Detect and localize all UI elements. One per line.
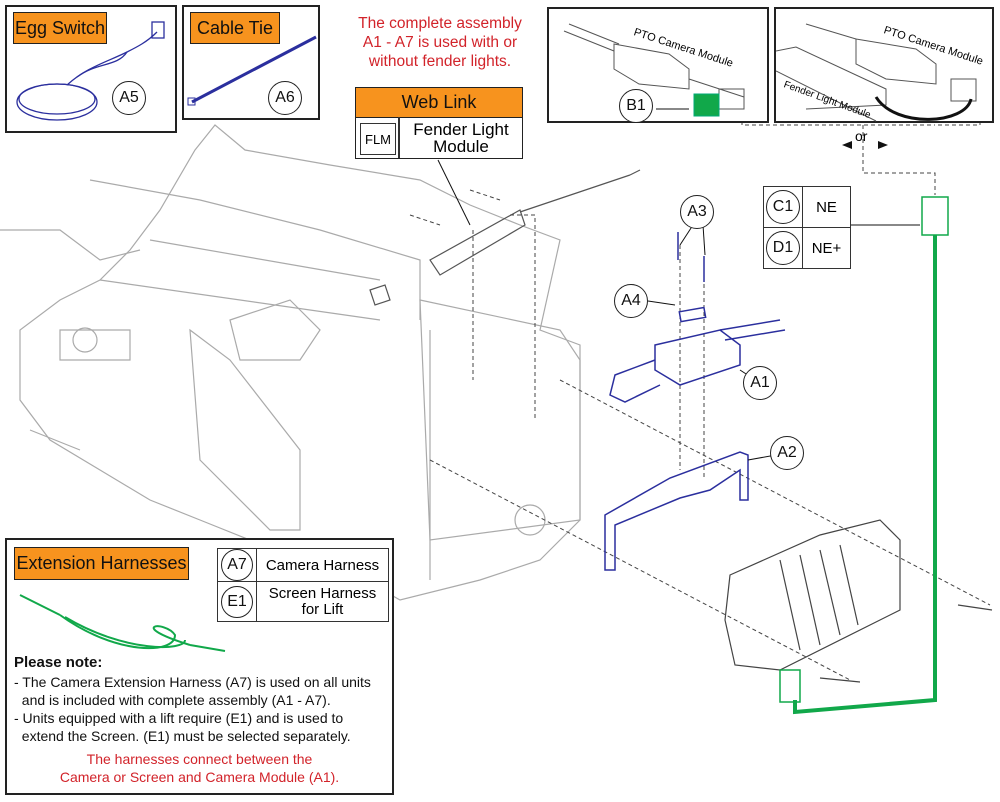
note-line: - Units equipped with a lift require (E1… xyxy=(14,710,344,726)
callout-a5: A5 xyxy=(112,81,146,115)
camera-housing xyxy=(724,519,993,683)
web-link-box[interactable]: Web Link FLM Fender Light Module xyxy=(355,87,523,159)
callout-b1: B1 xyxy=(619,89,653,123)
flm-code: FLM xyxy=(360,123,396,155)
red-note-line: Camera or Screen and Camera Module (A1). xyxy=(59,769,340,785)
harness-connection-note: The harnesses connect between the Camera… xyxy=(7,750,392,786)
arrow-left-icon xyxy=(842,141,852,149)
red-note-line: The harnesses connect between the xyxy=(86,751,313,767)
arrow-right-icon xyxy=(878,141,888,149)
callout-d1: D1 xyxy=(766,231,800,265)
assembly-note-line: A1 - A7 is used with or xyxy=(362,34,518,51)
egg-switch-inset: Egg Switch A5 xyxy=(5,5,177,133)
ne-row: C1 NE xyxy=(763,186,851,228)
callout-c1: C1 xyxy=(766,190,800,224)
ne-label: NE+ xyxy=(802,227,851,269)
note-line: - The Camera Extension Harness (A7) is u… xyxy=(14,674,371,690)
note-list: - The Camera Extension Harness (A7) is u… xyxy=(14,673,371,745)
extension-harnesses-inset: Extension Harnesses A7 Camera Harness E1… xyxy=(5,538,394,795)
web-link-title: Web Link xyxy=(355,87,523,118)
extension-harness-icon xyxy=(19,594,226,652)
callout-a6: A6 xyxy=(268,81,302,115)
callout-a4: A4 xyxy=(614,284,648,318)
egg-switch-icon xyxy=(16,21,165,121)
link-line: Fender Light xyxy=(413,120,509,139)
ne-row: D1 NE+ xyxy=(763,227,851,269)
pto-camera-inset: PTO Camera Module B1 xyxy=(547,7,769,123)
parts-diagram: Egg Switch A5 Cable Tie A6 The complete … xyxy=(0,0,1000,802)
fender-light-module-link[interactable]: Fender Light Module xyxy=(400,121,522,155)
harness-label: Screen Harness for Lift xyxy=(256,581,389,622)
assembly-note-line: The complete assembly xyxy=(358,15,522,32)
callout-a2: A2 xyxy=(770,436,804,470)
harness-row: A7 Camera Harness xyxy=(217,548,389,582)
harness-row: E1 Screen Harness for Lift xyxy=(217,581,389,622)
bracket-part xyxy=(604,451,749,571)
pto-fender-inset: PTO Camera Module Fender Light Module xyxy=(774,7,994,123)
chair-frame xyxy=(0,124,581,601)
assembly-note: The complete assembly A1 - A7 is used wi… xyxy=(330,14,550,71)
note-line: and is included with complete assembly (… xyxy=(14,692,331,708)
ne-table: C1 NE D1 NE+ xyxy=(763,186,851,269)
camera-harness-cable xyxy=(779,196,949,715)
fender-light-module-part xyxy=(369,169,641,306)
extension-harnesses-title: Extension Harnesses xyxy=(14,547,189,580)
note-heading: Please note: xyxy=(14,654,103,671)
leader-dashes xyxy=(409,100,991,681)
link-line: Module xyxy=(433,137,489,156)
callout-a1: A1 xyxy=(743,366,777,400)
callout-a3: A3 xyxy=(680,195,714,229)
or-label: or xyxy=(855,128,868,144)
pto-camera-module-icon xyxy=(563,23,745,117)
note-line: extend the Screen. (E1) must be selected… xyxy=(14,728,351,744)
assembly-note-line: without fender lights. xyxy=(368,53,512,70)
harness-table: A7 Camera Harness E1 Screen Harness for … xyxy=(217,548,389,622)
harness-label: Camera Harness xyxy=(256,548,389,582)
cable-tie-inset: Cable Tie A6 xyxy=(182,5,320,120)
b1-green-connector xyxy=(693,93,720,117)
callout-a7: A7 xyxy=(221,549,253,581)
ne-label: NE xyxy=(802,186,851,228)
